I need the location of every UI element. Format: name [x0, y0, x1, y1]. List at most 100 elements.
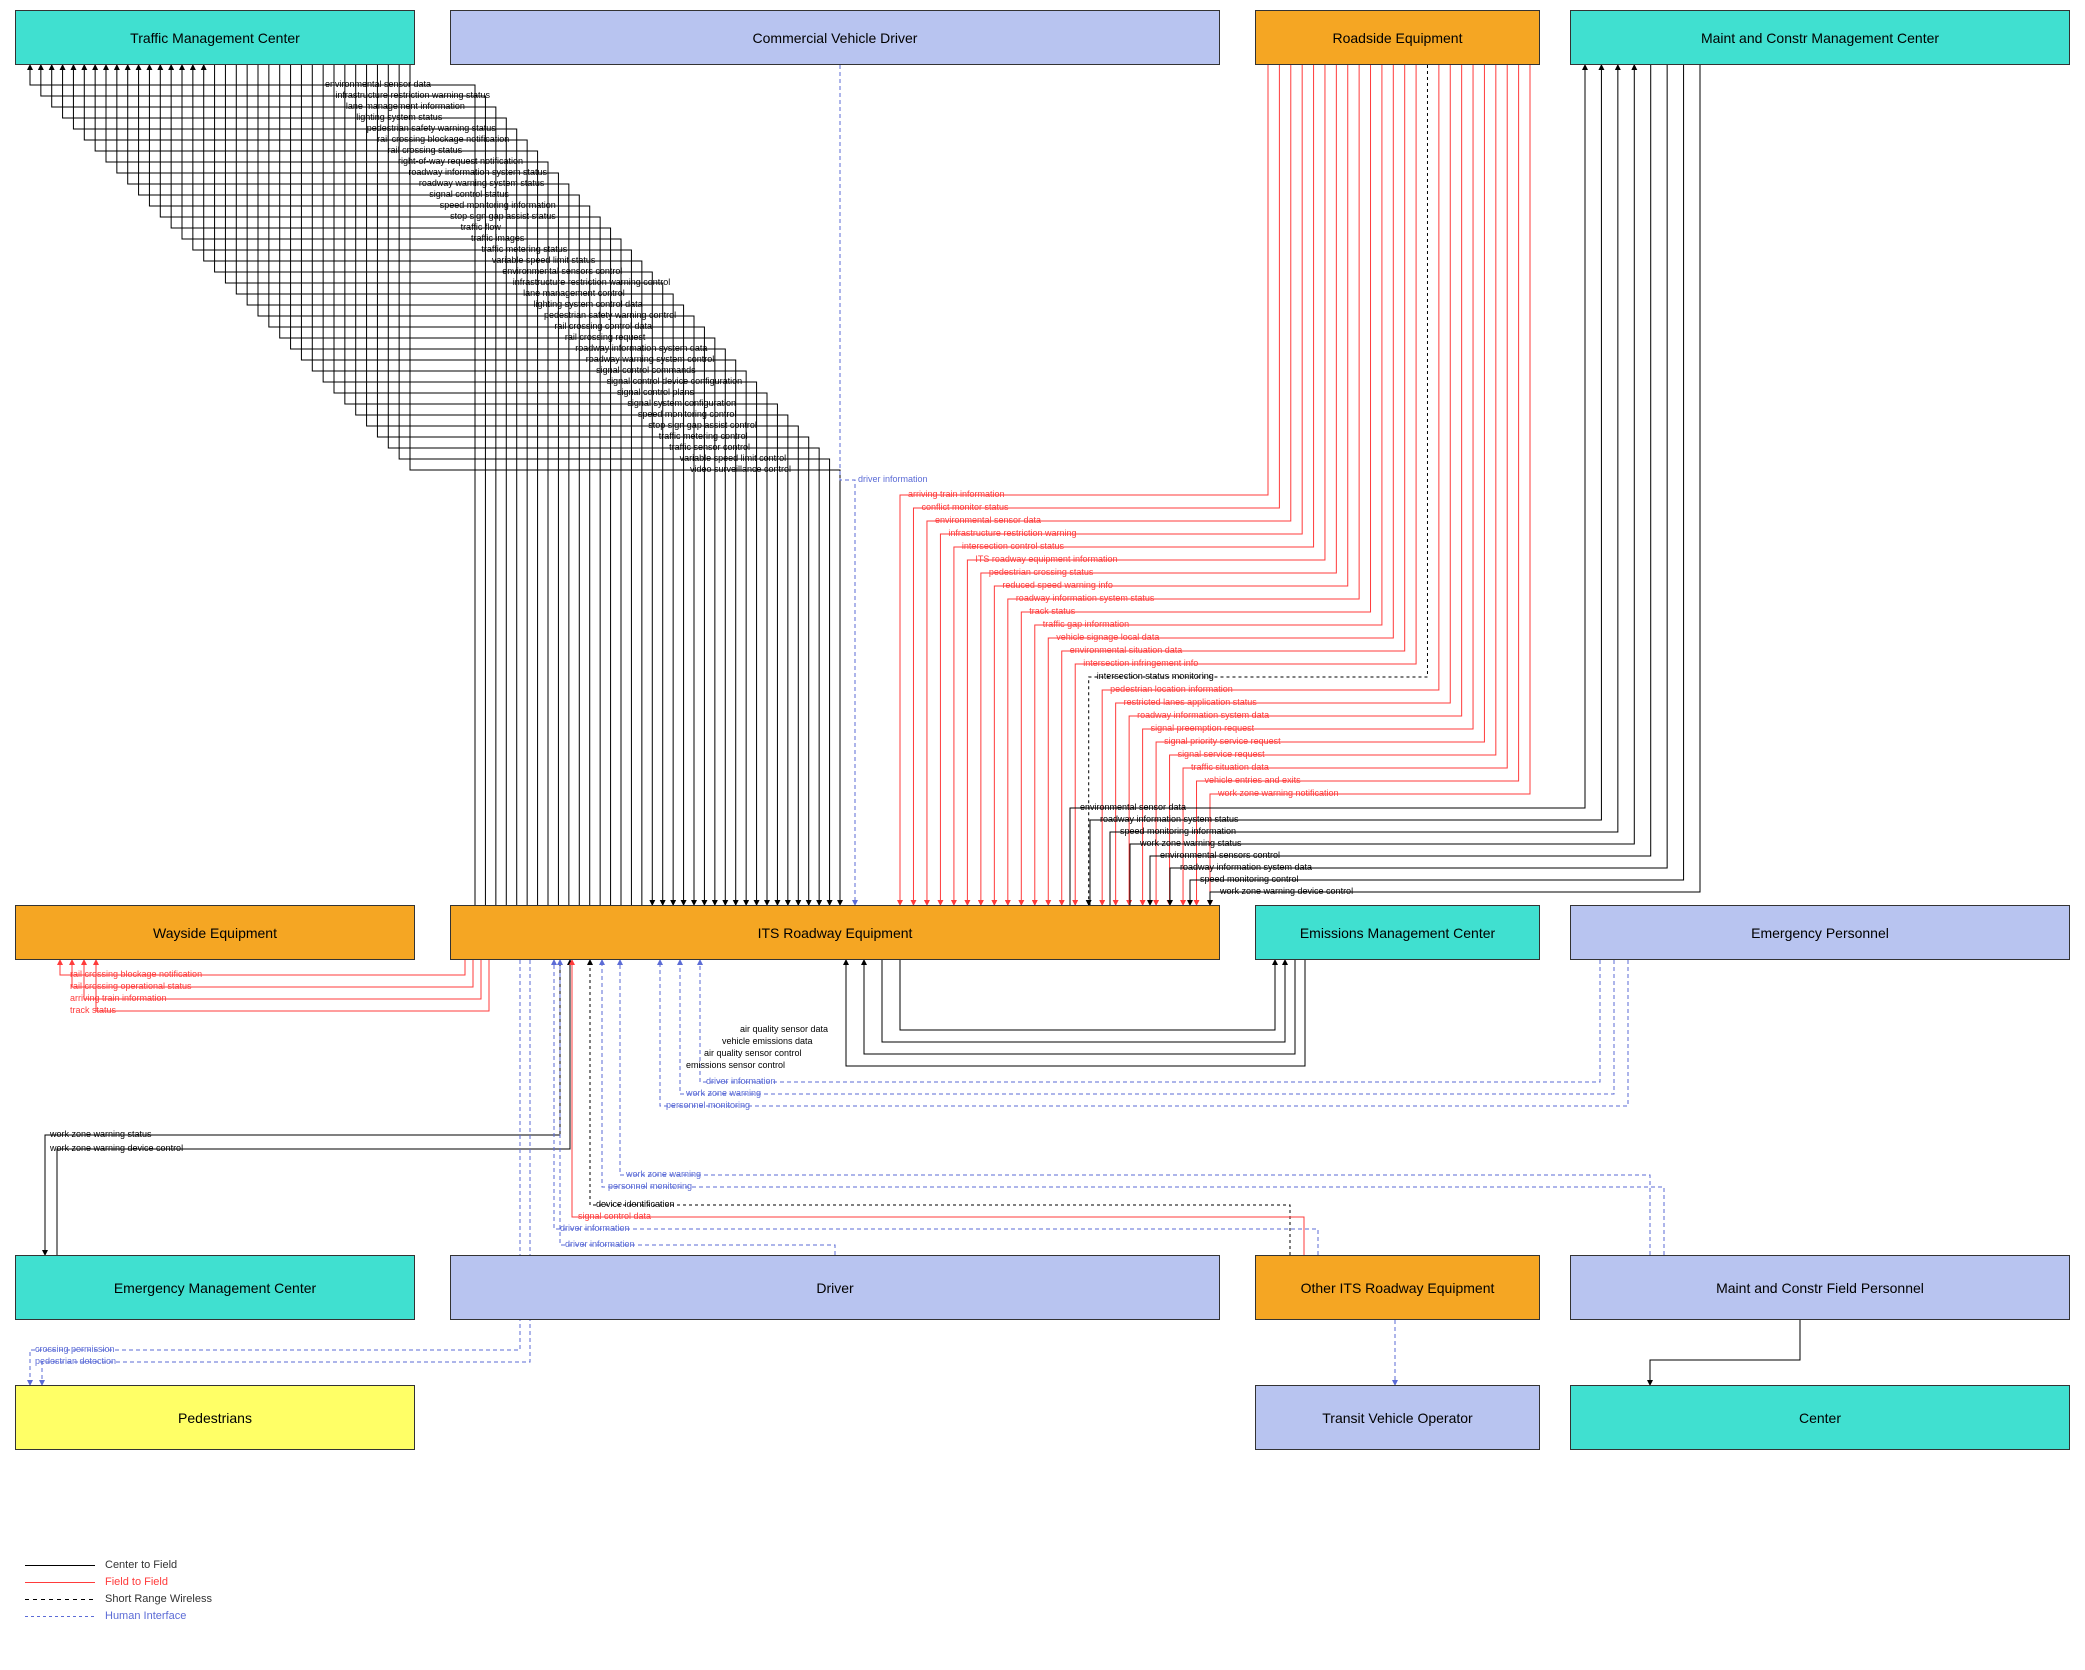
flow-label: intersection infringement info — [1083, 658, 1198, 668]
flow-label: pedestrian safety warning control — [544, 310, 676, 320]
flow-label: signal control commands — [596, 365, 696, 375]
flow-label: signal control plans — [617, 387, 694, 397]
flow-label: ITS roadway equipment information — [975, 554, 1117, 564]
node-label: Center — [1799, 1410, 1841, 1426]
flow-label: device identification — [596, 1199, 675, 1209]
flow-label: infrastructure restriction warning — [948, 528, 1076, 538]
node-pedestrians[interactable]: Pedestrians — [15, 1385, 415, 1450]
flow-label: rail crossing request — [565, 332, 646, 342]
diagram-canvas: Traffic Management Center Commercial Veh… — [0, 0, 2085, 1670]
legend-label: Center to Field — [105, 1559, 177, 1571]
flow-label: traffic metering status — [481, 244, 567, 254]
flow-label: traffic sensor control — [669, 442, 750, 452]
node-roadside-equipment[interactable]: Roadside Equipment — [1255, 10, 1540, 65]
legend-line-human-interface — [25, 1616, 95, 1617]
flow-label: pedestrian crossing status — [989, 567, 1094, 577]
flow-label: signal priority service request — [1164, 736, 1281, 746]
flow-label: work zone warning notification — [1218, 788, 1339, 798]
flow-label: signal service request — [1178, 749, 1265, 759]
flow-label: stop sign gap assist status — [450, 211, 556, 221]
node-emissions-management-center[interactable]: Emissions Management Center — [1255, 905, 1540, 960]
node-label: Maint and Constr Management Center — [1701, 30, 1939, 46]
flow-label: air quality sensor control — [704, 1048, 802, 1058]
legend-label: Short Range Wireless — [105, 1593, 212, 1605]
flow-label: roadway warning system status — [419, 178, 545, 188]
node-label: Driver — [816, 1280, 853, 1296]
node-emergency-personnel[interactable]: Emergency Personnel — [1570, 905, 2070, 960]
flow-label: traffic images — [471, 233, 524, 243]
flow-label: video surveillance control — [690, 464, 791, 474]
flow-label: driver information — [565, 1239, 635, 1249]
flow-label: environmental sensor data — [325, 79, 431, 89]
flow-label: environmental sensor data — [935, 515, 1041, 525]
flow-label: traffic flow — [461, 222, 501, 232]
node-other-its-roadway-equipment[interactable]: Other ITS Roadway Equipment — [1255, 1255, 1540, 1320]
node-traffic-management-center[interactable]: Traffic Management Center — [15, 10, 415, 65]
flow-label: lane management information — [346, 101, 465, 111]
flow-label: driver information — [858, 474, 928, 484]
node-transit-vehicle-operator[interactable]: Transit Vehicle Operator — [1255, 1385, 1540, 1450]
flow-label: speed monitoring information — [1120, 826, 1236, 836]
flow-label: lighting system control data — [534, 299, 643, 309]
flow-label: roadway information system status — [1016, 593, 1155, 603]
node-commercial-vehicle-driver[interactable]: Commercial Vehicle Driver — [450, 10, 1220, 65]
legend-line-short-range-wireless — [25, 1599, 95, 1600]
node-emergency-management-center[interactable]: Emergency Management Center — [15, 1255, 415, 1320]
flow-label: speed monitoring control — [1200, 874, 1299, 884]
legend-label: Field to Field — [105, 1576, 168, 1588]
node-label: Transit Vehicle Operator — [1322, 1410, 1472, 1426]
flow-label: rail crossing operational status — [70, 981, 192, 991]
flow-label: traffic situation data — [1191, 762, 1269, 772]
flow-label: roadway information system data — [575, 343, 707, 353]
flow-label: work zone warning status — [50, 1129, 152, 1139]
flow-label: reduced speed warning info — [1002, 580, 1113, 590]
flow-label: traffic metering control — [659, 431, 748, 441]
flow-label: conflict monitor status — [921, 502, 1008, 512]
flow-label: work zone warning device control — [50, 1143, 183, 1153]
legend-line-field-to-field — [25, 1582, 95, 1583]
flow-label: signal control device configuration — [607, 376, 743, 386]
node-center[interactable]: Center — [1570, 1385, 2070, 1450]
node-maint-constr-mgmt-center[interactable]: Maint and Constr Management Center — [1570, 10, 2070, 65]
node-maint-constr-field-personnel[interactable]: Maint and Constr Field Personnel — [1570, 1255, 2070, 1320]
flow-label: rail crossing blockage notification — [70, 969, 202, 979]
node-driver[interactable]: Driver — [450, 1255, 1220, 1320]
flow-label: rail crossing status — [388, 145, 463, 155]
flow-label: driver information — [706, 1076, 776, 1086]
flow-label: lighting system status — [356, 112, 442, 122]
legend-label: Human Interface — [105, 1610, 186, 1622]
flow-label: environmental situation data — [1070, 645, 1183, 655]
flow-label: work zone warning — [686, 1088, 761, 1098]
flow-label: vehicle emissions data — [722, 1036, 813, 1046]
flow-label: driver information — [560, 1223, 630, 1233]
node-wayside-equipment[interactable]: Wayside Equipment — [15, 905, 415, 960]
flow-label: emissions sensor control — [686, 1060, 785, 1070]
flow-label: signal control data — [578, 1211, 651, 1221]
flow-label: environmental sensors control — [1160, 850, 1280, 860]
flow-label: rail crossing control data — [554, 321, 652, 331]
flow-label: stop sign gap assist control — [648, 420, 757, 430]
node-its-roadway-equipment[interactable]: ITS Roadway Equipment — [450, 905, 1220, 960]
flow-label: variable speed limit control — [680, 453, 787, 463]
flow-label: work zone warning — [626, 1169, 701, 1179]
node-label: Emissions Management Center — [1300, 925, 1495, 941]
flow-label: personnel monitoring — [608, 1181, 692, 1191]
flow-label: right-of-way request notification — [398, 156, 523, 166]
flow-label: personnel monitoring — [666, 1100, 750, 1110]
flow-label: roadway warning system control — [586, 354, 715, 364]
flow-label: speed monitoring information — [440, 200, 556, 210]
node-label: Traffic Management Center — [130, 30, 300, 46]
flow-label: signal preemption request — [1151, 723, 1255, 733]
flow-label: track status — [70, 1005, 116, 1015]
flow-label: lane management control — [523, 288, 625, 298]
flow-label: roadway information system status — [408, 167, 547, 177]
flow-label: intersection status monitoring — [1097, 671, 1214, 681]
flow-label: work zone warning status — [1140, 838, 1242, 848]
flow-label: infrastructure restriction warning statu… — [335, 90, 490, 100]
node-label: Emergency Personnel — [1751, 925, 1889, 941]
flow-label: environmental sensors control — [502, 266, 622, 276]
flow-label: roadway information system data — [1180, 862, 1312, 872]
flow-label: pedestrian location information — [1110, 684, 1233, 694]
flow-label: work zone warning device control — [1220, 886, 1353, 896]
node-label: Roadside Equipment — [1333, 30, 1463, 46]
